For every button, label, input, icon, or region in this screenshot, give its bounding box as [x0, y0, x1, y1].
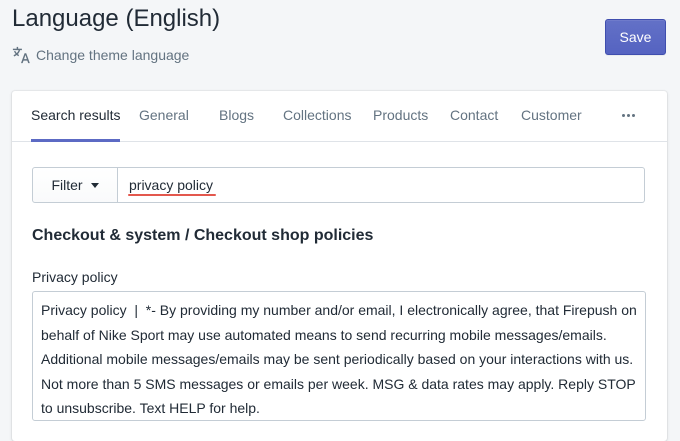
tab-collections[interactable]: Collections	[283, 91, 351, 142]
spellcheck-underline	[128, 194, 216, 196]
translate-icon	[12, 46, 30, 64]
more-horizontal-icon	[621, 113, 625, 117]
change-theme-language-link[interactable]: Change theme language	[12, 45, 189, 65]
section-heading: Checkout & system / Checkout shop polici…	[32, 227, 374, 244]
change-theme-language-label: Change theme language	[36, 47, 190, 63]
tab-blogs[interactable]: Blogs	[219, 91, 254, 142]
translation-card: Search results General Blogs Collections…	[12, 91, 667, 441]
tab-general[interactable]: General	[139, 91, 189, 142]
search-field-wrapper	[118, 167, 645, 203]
save-button[interactable]: Save	[605, 19, 666, 55]
tab-search-results[interactable]: Search results	[31, 91, 121, 142]
tab-contact[interactable]: Contact	[450, 91, 498, 142]
privacy-policy-textarea[interactable]: Privacy policy | *- By providing my numb…	[32, 291, 646, 421]
caret-down-icon	[90, 182, 99, 188]
filter-button-label: Filter	[51, 177, 83, 193]
filter-button[interactable]: Filter	[32, 167, 118, 203]
tab-bar: Search results General Blogs Collections…	[12, 91, 667, 142]
filter-search-group: Filter	[32, 167, 645, 203]
search-input[interactable]	[118, 168, 644, 202]
more-tabs-button[interactable]	[618, 106, 638, 124]
page-title: Language (English)	[12, 5, 221, 32]
tab-customer[interactable]: Customer	[521, 91, 582, 142]
tab-products[interactable]: Products	[373, 91, 428, 142]
privacy-policy-label: Privacy policy	[32, 269, 118, 285]
